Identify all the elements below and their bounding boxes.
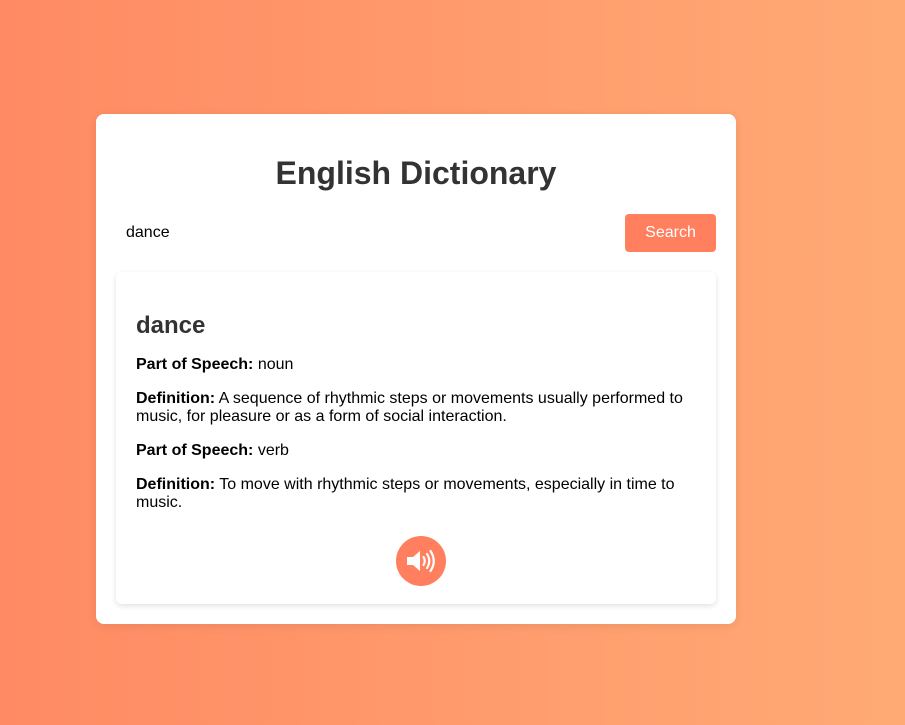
- result-word: dance: [136, 312, 206, 339]
- search-button[interactable]: Search: [625, 214, 716, 252]
- definition: Definition: A sequence of rhythmic steps…: [136, 390, 696, 426]
- part-of-speech-value: verb: [257, 442, 289, 459]
- definition-text: To move with rhythmic steps or movements…: [136, 476, 675, 511]
- result-panel: dance Part of Speech: noun Definition: A…: [116, 272, 716, 604]
- speaker-icon: [405, 548, 437, 574]
- play-audio-button[interactable]: [396, 536, 446, 586]
- part-of-speech-label: Part of Speech:: [136, 356, 254, 373]
- definition-text: A sequence of rhythmic steps or movement…: [136, 390, 683, 425]
- part-of-speech: Part of Speech: verb: [136, 442, 696, 460]
- definition-label: Definition:: [136, 476, 216, 493]
- dictionary-card: English Dictionary Search dance Part of …: [96, 114, 736, 624]
- part-of-speech-label: Part of Speech:: [136, 442, 254, 459]
- definition-label: Definition:: [136, 390, 216, 407]
- definition: Definition: To move with rhythmic steps …: [136, 476, 696, 512]
- page-title: English Dictionary: [275, 155, 557, 191]
- part-of-speech-value: noun: [257, 356, 294, 373]
- search-input[interactable]: [116, 216, 626, 250]
- part-of-speech: Part of Speech: noun: [136, 356, 696, 374]
